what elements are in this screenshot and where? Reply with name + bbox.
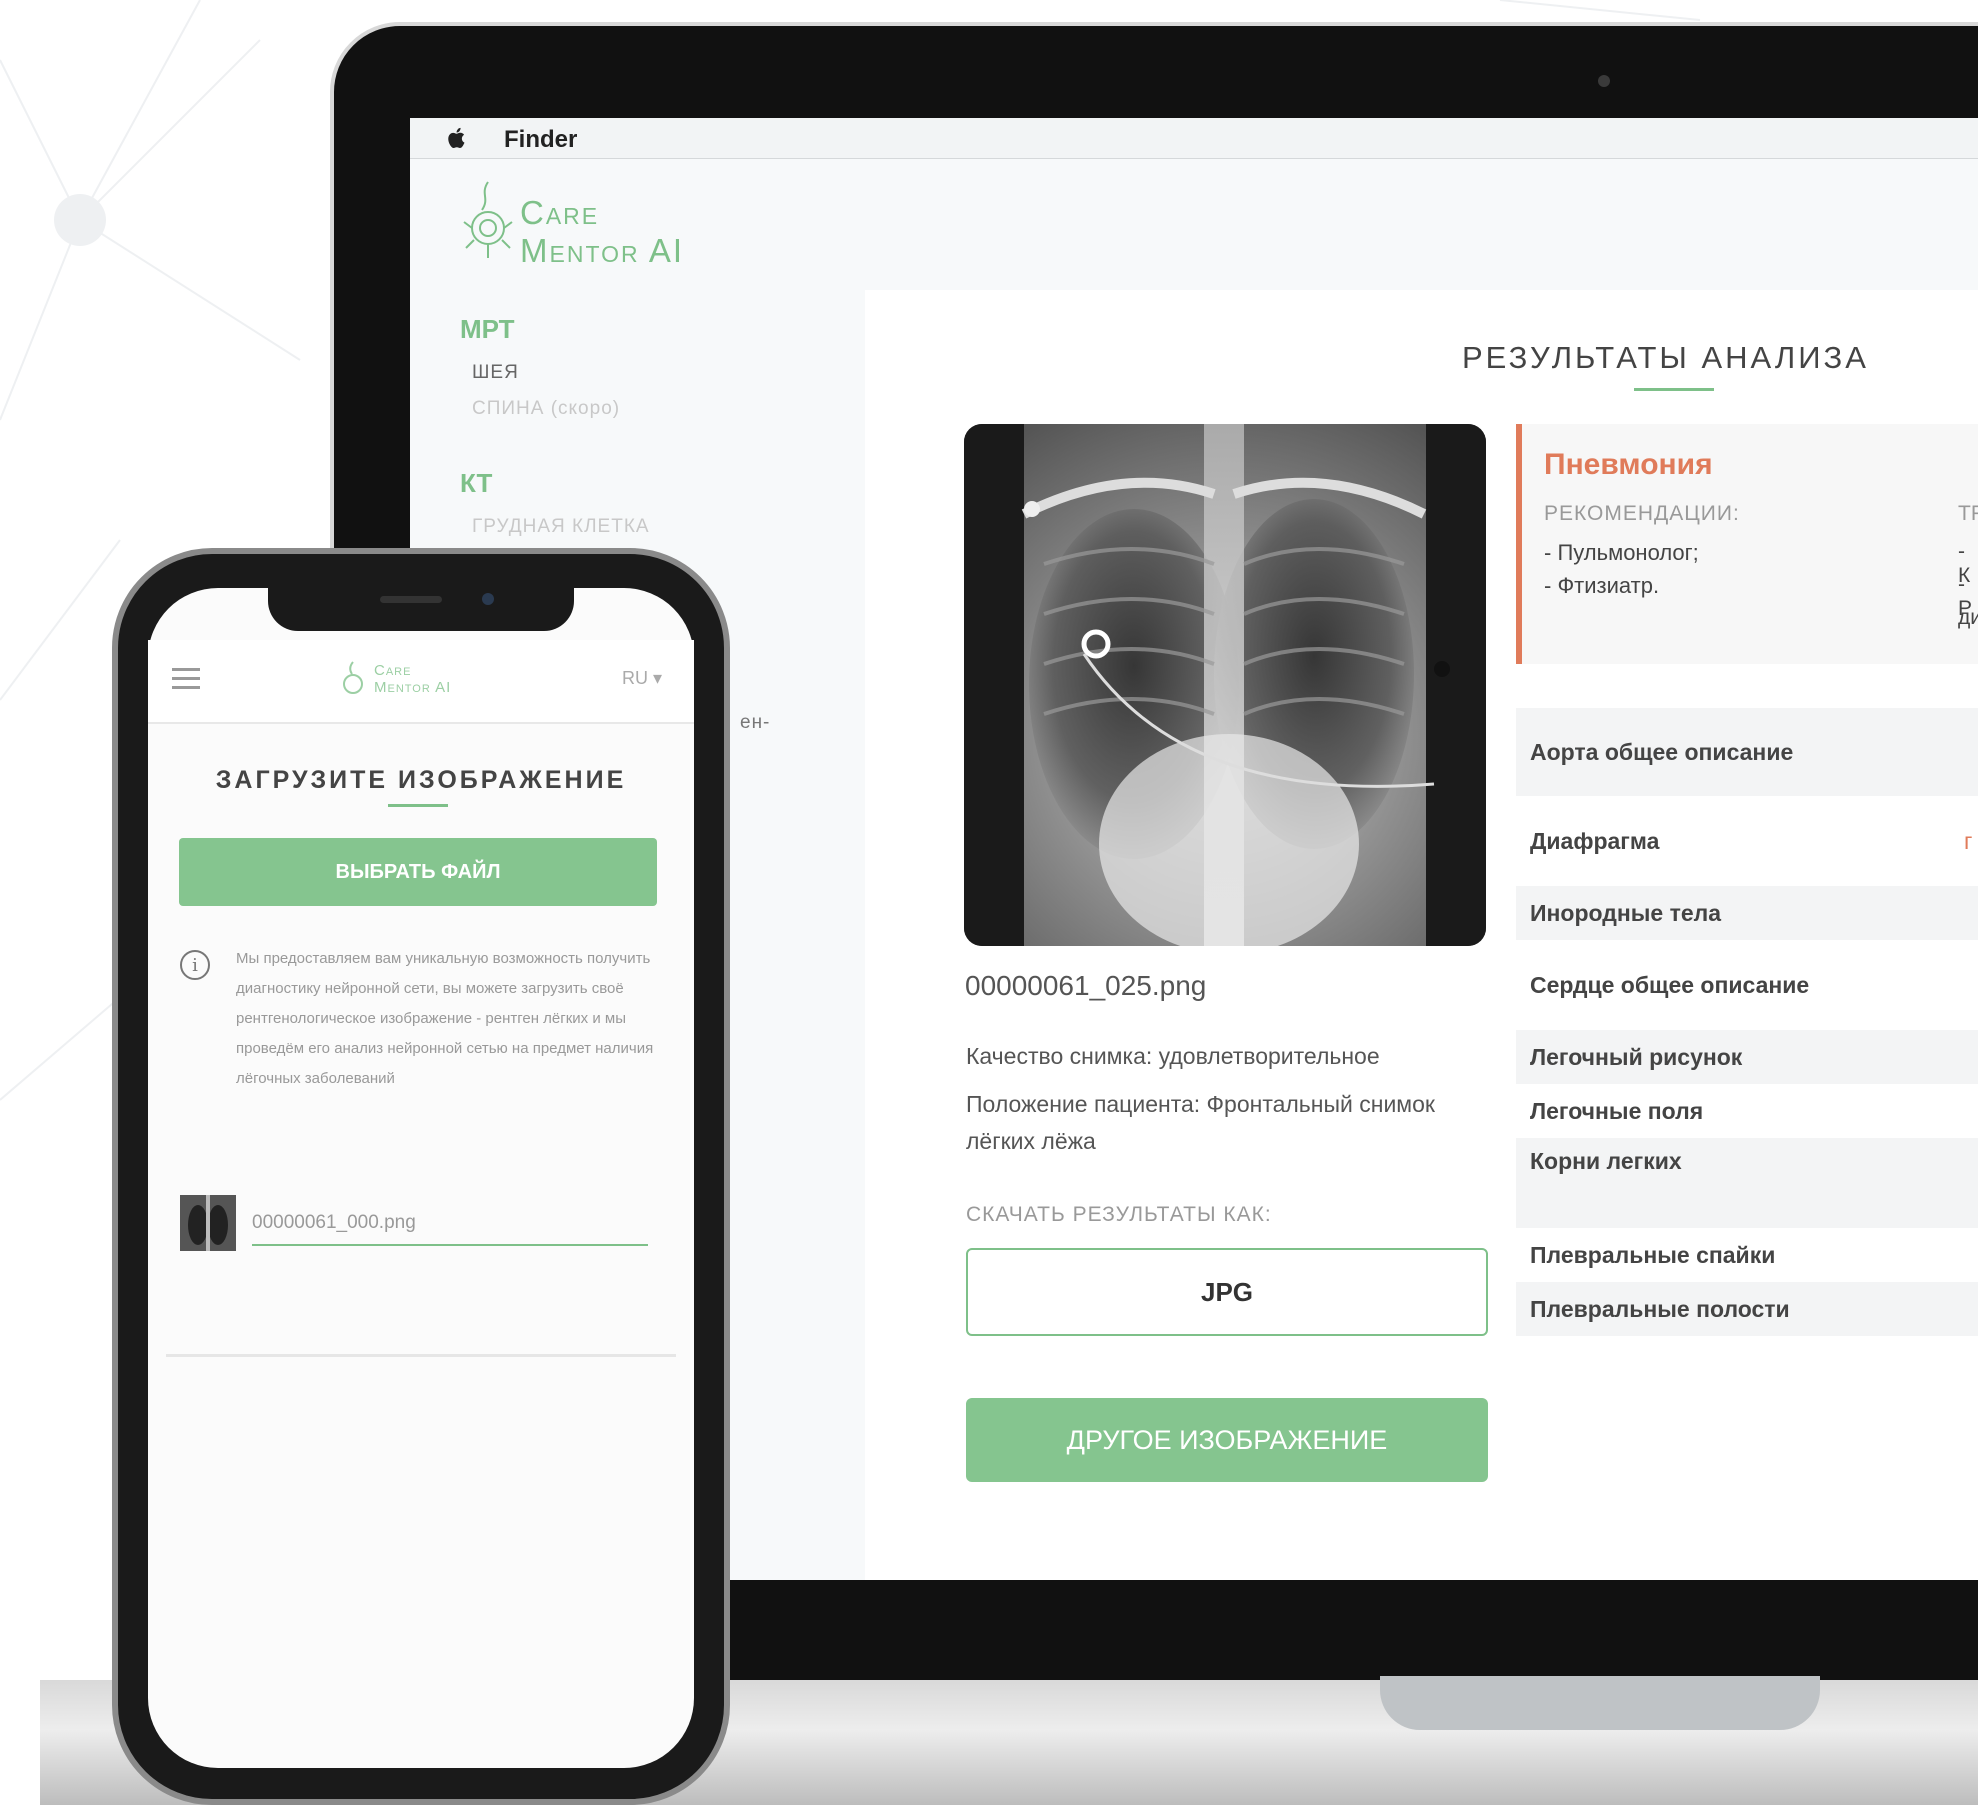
phone-brand-line-2: Mentor AI (374, 679, 452, 696)
finding-label: Инородные тела (1530, 899, 1722, 926)
download-label: СКАЧАТЬ РЕЗУЛЬТАТЫ КАК: (966, 1203, 1272, 1226)
uploaded-file-name: 00000061_000.png (252, 1212, 648, 1246)
finding-row: Плевральные спайки (1516, 1228, 1978, 1282)
diagnosis-title: Пневмония (1544, 448, 1713, 481)
choose-file-button[interactable]: ВЫБРАТЬ ФАЙЛ (179, 838, 657, 906)
xray-image (964, 424, 1486, 946)
recommendation-item: - Фтизиатр. (1544, 573, 1660, 598)
finding-label: Легочный рисунок (1530, 1043, 1743, 1070)
finder-menu[interactable]: Finder (504, 126, 577, 154)
sidebar-item-spine: СПИНА (скоро) (472, 398, 621, 419)
results-title: РЕЗУЛЬТАТЫ АНАЛИЗА (1462, 340, 1869, 375)
patient-position: Положение пациента: Фронтальный снимок л… (966, 1091, 1435, 1154)
finding-label: Сердце общее описание (1530, 971, 1810, 998)
finding-row: Легочный рисунок (1516, 1030, 1978, 1084)
brand-line-1: Care (520, 194, 600, 231)
phone-brand-line-1: Care (374, 662, 412, 679)
care-mentor-logo-icon (463, 181, 513, 258)
laptop-camera (1598, 75, 1610, 87)
image-quality: Качество снимка: удовлетворительное (966, 1043, 1380, 1069)
phone-notch (268, 585, 574, 631)
result-file-name: 00000061_025.png (965, 970, 1207, 1001)
finding-value: г (1964, 827, 1973, 854)
phone-screen (148, 588, 694, 1768)
finding-label: Аорта общее описание (1530, 738, 1794, 765)
finding-label: Корни легких (1530, 1148, 1682, 1174)
phone-speaker (380, 596, 442, 603)
uploaded-file-thumbnail (180, 1195, 236, 1251)
upload-info-text: Мы предоставляем вам уникальную возможно… (236, 950, 654, 1087)
info-icon: i (180, 950, 210, 980)
upload-title-underline (388, 804, 448, 807)
recommendation-item: - Пульмонолог; (1544, 540, 1699, 565)
finding-row: Легочные поля (1516, 1084, 1978, 1138)
finding-label: Диафрагма (1530, 827, 1660, 854)
cut-column-label: ТР (1958, 502, 1978, 525)
sidebar-heading-ct: КТ (460, 468, 493, 498)
brand-line-2: Mentor AI (520, 232, 685, 269)
care-mentor-logo-icon (343, 661, 363, 694)
finding-label: Легочные поля (1530, 1097, 1704, 1124)
phone-brand: Care Mentor AI (374, 662, 451, 696)
finding-row: Инородные тела (1516, 886, 1978, 940)
download-format-select[interactable]: JPG (966, 1248, 1488, 1336)
finding-row: Сердце общее описание (1516, 940, 1978, 1030)
upload-title: ЗАГРУЗИТЕ ИЗОБРАЖЕНИЕ (215, 766, 627, 794)
language-select[interactable]: RU ▾ (622, 668, 662, 689)
finding-row: Диафрагма г (1516, 796, 1978, 886)
sidebar-item-neck[interactable]: ШЕЯ (472, 362, 519, 384)
phone-front-camera (482, 593, 494, 605)
sidebar-heading-mri: МРТ (460, 314, 515, 344)
apple-icon[interactable] (444, 125, 470, 151)
finding-row: Плевральные полости (1516, 1282, 1978, 1336)
mac-menubar: Finder (410, 118, 1978, 159)
finding-label: Плевральные спайки (1530, 1241, 1776, 1268)
sidebar-partial-text: ен- (740, 712, 771, 733)
other-image-button[interactable]: ДРУГОЕ ИЗОБРАЖЕНИЕ (966, 1398, 1488, 1482)
cut-column-line: ди (1958, 606, 1978, 629)
phone-divider (166, 1354, 676, 1357)
title-underline (1634, 388, 1714, 391)
finding-row: Аорта общее описание (1516, 708, 1978, 796)
sidebar-item-chest[interactable]: ГРУДНАЯ КЛЕТКА (472, 516, 650, 538)
menu-icon[interactable] (172, 668, 200, 695)
laptop-hinge-notch (1380, 1676, 1820, 1730)
finding-label: Плевральные полости (1530, 1295, 1790, 1322)
finding-row: Корни легких (1516, 1138, 1978, 1228)
recommendations-label: РЕКОМЕНДАЦИИ: (1544, 502, 1740, 525)
brand-name: Care Mentor AI (520, 194, 684, 270)
